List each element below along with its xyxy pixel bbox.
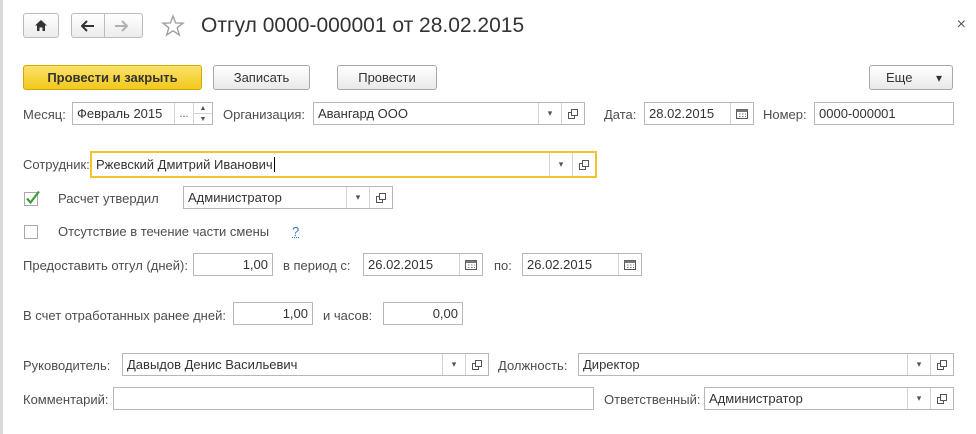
checkmark-icon <box>24 190 40 206</box>
open-icon[interactable] <box>465 354 488 375</box>
worked-days-label: В счет отработанных ранее дней: <box>23 308 226 323</box>
open-icon[interactable] <box>369 187 392 208</box>
text-cursor <box>273 157 275 172</box>
month-value: Февраль 2015 <box>77 106 163 121</box>
open-icon[interactable] <box>561 103 584 124</box>
home-icon <box>35 20 47 31</box>
organization-field[interactable]: Авангард ООО ▾ <box>313 102 585 125</box>
spin-up-icon[interactable]: ▲ <box>194 103 212 113</box>
calendar-icon[interactable] <box>730 103 753 124</box>
manager-field[interactable]: Давыдов Денис Васильевич ▾ <box>122 353 489 376</box>
month-select-button[interactable]: ... <box>174 103 193 124</box>
calendar-icon[interactable] <box>459 254 482 275</box>
hours-field[interactable]: 0,00 <box>383 302 463 325</box>
position-value: Директор <box>583 357 640 372</box>
hours-label: и часов: <box>323 308 373 323</box>
spin-down-icon[interactable]: ▼ <box>194 113 212 124</box>
calendar-icon[interactable] <box>618 254 641 275</box>
period-to-value: 26.02.2015 <box>527 257 593 272</box>
post-and-close-button[interactable]: Провести и закрыть <box>23 65 202 90</box>
manager-value: Давыдов Денис Васильевич <box>127 357 298 372</box>
more-button[interactable]: Еще ▾ <box>869 65 953 90</box>
organization-label: Организация: <box>223 107 306 122</box>
partial-absence-label: Отсутствие в течение части смены <box>58 224 270 239</box>
period-from-field[interactable]: 26.02.2015 <box>363 253 483 276</box>
responsible-value: Администратор <box>709 391 803 406</box>
favorite-star-button[interactable] <box>161 13 185 41</box>
comment-label: Комментарий: <box>23 392 109 407</box>
number-field[interactable]: 0000-000001 <box>814 102 954 125</box>
days-value: 1,00 <box>242 257 268 272</box>
month-label: Месяц: <box>23 107 66 122</box>
dropdown-arrow-icon[interactable]: ▾ <box>442 354 465 375</box>
dropdown-arrow-icon[interactable]: ▾ <box>538 103 561 124</box>
number-label: Номер: <box>763 107 807 122</box>
date-label: Дата: <box>604 107 637 122</box>
star-icon <box>161 13 185 37</box>
period-to-field[interactable]: 26.02.2015 <box>522 253 642 276</box>
history-nav <box>71 13 143 38</box>
period-to-label: по: <box>494 258 512 273</box>
approved-checkbox[interactable] <box>24 190 41 209</box>
comment-value <box>114 388 593 409</box>
open-icon[interactable] <box>930 354 953 375</box>
responsible-label: Ответственный: <box>604 392 701 407</box>
worked-days-value: 1,00 <box>282 306 308 321</box>
employee-value-text: Ржевский Дмитрий Иванович <box>96 157 273 172</box>
back-button[interactable] <box>72 14 104 37</box>
date-value: 28.02.2015 <box>649 106 715 121</box>
employee-value: Ржевский Дмитрий Иванович <box>92 153 549 176</box>
approved-by-value: Администратор <box>188 190 282 205</box>
date-field[interactable]: 28.02.2015 <box>644 102 754 125</box>
period-from-label: в период с: <box>283 258 351 273</box>
position-label: Должность: <box>498 358 568 373</box>
employee-field[interactable]: Ржевский Дмитрий Иванович ▾ <box>90 151 597 178</box>
window-left-edge <box>0 0 3 434</box>
worked-days-field[interactable]: 1,00 <box>233 302 313 325</box>
employee-label: Сотрудник: <box>23 157 90 172</box>
organization-value: Авангард ООО <box>318 106 408 121</box>
month-spinner[interactable]: ▲ ▼ <box>193 103 212 124</box>
post-button[interactable]: Провести <box>337 65 437 90</box>
hours-value: 0,00 <box>432 306 458 321</box>
days-label: Предоставить отгул (дней): <box>23 258 188 273</box>
forward-button[interactable] <box>104 14 137 37</box>
help-link[interactable]: ? <box>292 224 299 239</box>
open-icon[interactable] <box>930 388 953 409</box>
days-field[interactable]: 1,00 <box>193 253 273 276</box>
responsible-field[interactable]: Администратор ▾ <box>704 387 954 410</box>
position-field[interactable]: Директор ▾ <box>578 353 954 376</box>
approved-by-field[interactable]: Администратор ▾ <box>183 186 393 209</box>
dropdown-arrow-icon[interactable]: ▾ <box>907 388 930 409</box>
manager-label: Руководитель: <box>23 358 111 373</box>
open-icon[interactable] <box>572 153 595 176</box>
save-button[interactable]: Записать <box>213 65 310 90</box>
page-title: Отгул 0000-000001 от 28.02.2015 <box>201 14 525 37</box>
more-label: Еще <box>886 70 913 85</box>
approved-label: Расчет утвердил <box>58 191 159 206</box>
dropdown-arrow-icon: ▾ <box>935 70 942 85</box>
home-button[interactable] <box>23 13 59 38</box>
close-icon[interactable]: × <box>957 16 966 34</box>
arrow-right-icon <box>115 19 128 32</box>
dropdown-arrow-icon[interactable]: ▾ <box>907 354 930 375</box>
dropdown-arrow-icon[interactable]: ▾ <box>549 153 572 176</box>
number-value: 0000-000001 <box>819 106 896 121</box>
dropdown-arrow-icon[interactable]: ▾ <box>346 187 369 208</box>
comment-field[interactable] <box>113 387 594 410</box>
partial-absence-checkbox[interactable] <box>24 225 38 239</box>
month-field[interactable]: Февраль 2015 ... ▲ ▼ <box>72 102 213 125</box>
arrow-left-icon <box>81 19 94 32</box>
period-from-value: 26.02.2015 <box>368 257 434 272</box>
